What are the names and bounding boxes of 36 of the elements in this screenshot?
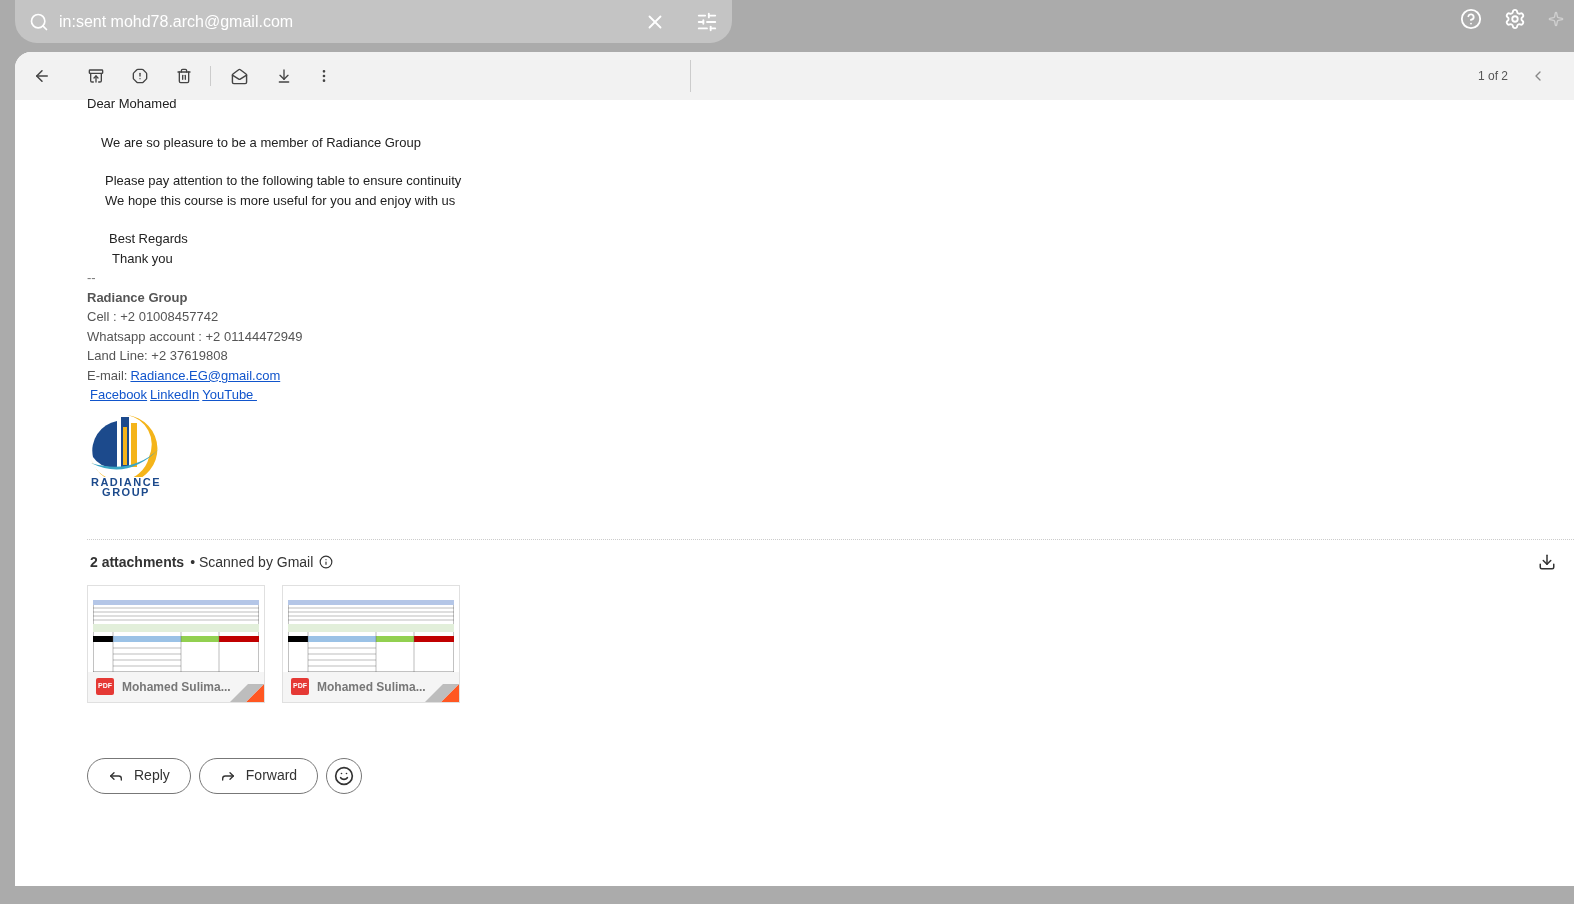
logo-text: RADIANCE <box>90 476 162 487</box>
message-text: We hope this course is more useful for you and enjoy with us <box>104 191 457 210</box>
logo-text: GROUP <box>102 486 150 497</box>
attachment-name: Mohamed Sulima... <box>317 678 426 696</box>
search-query: in:sent mohd78.arch@gmail.com <box>59 11 295 32</box>
greeting: Dear Mohamed <box>87 95 178 113</box>
download-all-icon[interactable] <box>1538 553 1556 571</box>
message-text: We are so pleasure to be a member of Radiance Group <box>100 133 422 152</box>
move-to-icon[interactable] <box>276 68 292 84</box>
archive-icon[interactable] <box>88 68 104 84</box>
attachments-count: 2 attachments <box>90 552 185 572</box>
social-link[interactable]: YouTube <box>202 385 257 405</box>
signature-name: Radiance Group <box>87 288 189 307</box>
report-spam-icon[interactable] <box>132 68 148 84</box>
message-text: Please pay attention to the following table to ensure continuity <box>104 172 463 190</box>
attachment-name: Mohamed Sulima... <box>122 678 231 696</box>
email-label: E-mail: <box>87 366 128 385</box>
search-icon <box>29 11 49 32</box>
email-link[interactable]: Radiance.EG@gmail.com <box>130 365 281 385</box>
scanned-note: • Scanned by Gmail <box>190 552 314 572</box>
folded-corner-icon <box>230 681 264 702</box>
signature-line: Land Line: +2 37619808 <box>87 347 229 365</box>
folded-corner-icon <box>425 681 459 702</box>
back-icon[interactable] <box>33 67 51 85</box>
message-text: Best Regards <box>108 230 189 248</box>
info-icon[interactable] <box>319 555 334 569</box>
signature-line: Whatsapp account : +2 01144472949 <box>87 327 304 346</box>
mark-unread-icon[interactable] <box>231 67 248 85</box>
social-link[interactable]: Facebook <box>90 385 148 405</box>
signature-line: Cell : +2 01008457742 <box>87 308 220 326</box>
smiley-icon <box>334 765 355 786</box>
social-link[interactable]: LinkedIn <box>150 385 200 405</box>
delete-icon[interactable] <box>176 68 192 84</box>
message-text: Thank you <box>111 249 174 268</box>
signature-separator: -- <box>87 269 97 287</box>
pager-label: 1 of 2 <box>1477 68 1508 85</box>
